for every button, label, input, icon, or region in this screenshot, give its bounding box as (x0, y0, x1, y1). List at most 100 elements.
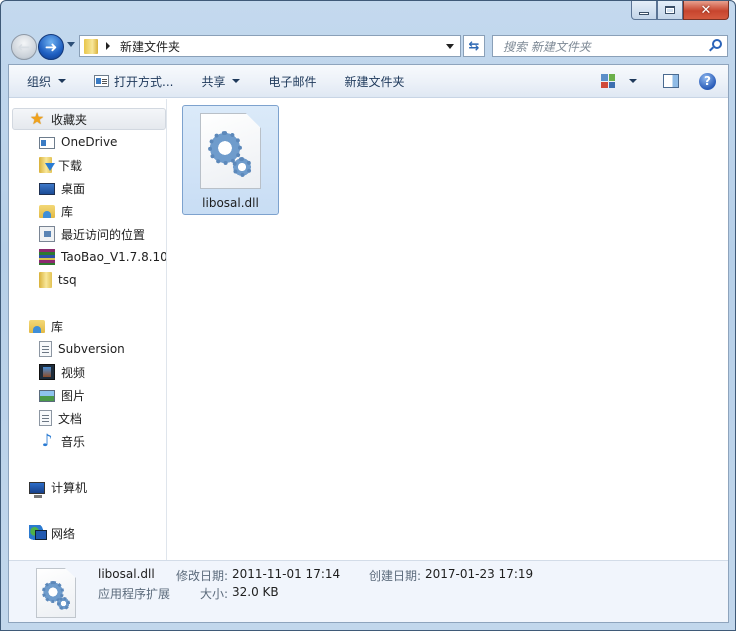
command-bar: 组织 打开方式... 共享 电子邮件 新建文件夹 ? (9, 65, 728, 98)
sidebar-item-taobao[interactable]: TaoBao_V1.7.8.10_ (9, 246, 167, 268)
open-with-icon (94, 75, 110, 87)
address-bar[interactable]: 新建文件夹 (79, 35, 461, 57)
downloads-icon (39, 157, 55, 173)
documents-icon (39, 410, 52, 426)
details-created-value: 2017-01-23 17:19 (425, 567, 534, 581)
recent-places-icon (39, 226, 55, 242)
sidebar-item-label: 图片 (61, 388, 86, 403)
address-history-dropdown[interactable] (446, 44, 454, 49)
sidebar-item-label: 收藏夹 (51, 112, 88, 127)
sidebar-item-downloads[interactable]: 下载 (9, 154, 82, 176)
preview-pane-toggle-icon[interactable] (663, 74, 679, 88)
new-folder-button[interactable]: 新建文件夹 (335, 69, 415, 93)
gear-icon (232, 157, 252, 177)
library-icon (39, 204, 55, 218)
refresh-icon: ⇆ (468, 38, 480, 54)
explorer-window: ✕ ← ➜ 新建文件夹 ⇆ 搜索 新建文件夹 组织 打开方式... 共享 电子邮… (0, 0, 736, 631)
sidebar-item-label: 文档 (58, 411, 83, 426)
toolbar-right-group: ? (601, 69, 716, 93)
sidebar-item-label: Subversion (58, 342, 125, 356)
music-icon: ♪ (41, 431, 53, 451)
navigation-bar: ← ➜ 新建文件夹 ⇆ 搜索 新建文件夹 (9, 33, 728, 60)
breadcrumb-chevron-icon[interactable] (106, 42, 110, 50)
sidebar-item-videos[interactable]: 视频 (9, 361, 85, 383)
sidebar-item-onedrive[interactable]: OneDrive (9, 131, 117, 153)
explorer-frame: 组织 打开方式... 共享 电子邮件 新建文件夹 ? ★ 收藏夹 OneDriv… (8, 64, 729, 623)
sidebar-network[interactable]: 网络 (9, 522, 75, 544)
sidebar-item-label: 下载 (58, 158, 83, 173)
file-list[interactable]: libosal.dll (168, 99, 728, 560)
sidebar-item-label: tsq (58, 273, 77, 287)
sidebar-item-documents[interactable]: 文档 (9, 407, 82, 429)
document-icon (39, 341, 52, 357)
library-icon (29, 319, 45, 333)
video-icon (39, 364, 55, 380)
recent-pages-dropdown[interactable] (67, 42, 75, 47)
email-label: 电子邮件 (268, 74, 317, 89)
gear-icon (57, 597, 70, 610)
sidebar-item-desktop[interactable]: 桌面 (9, 177, 85, 199)
sidebar-item-label: TaoBao_V1.7.8.10_ (61, 250, 167, 264)
sidebar-favorites-header[interactable]: ★ 收藏夹 (12, 108, 166, 130)
organize-button[interactable]: 组织 (17, 69, 76, 93)
file-item-libosal-dll[interactable]: libosal.dll (182, 105, 279, 215)
desktop-icon (39, 183, 55, 195)
minimize-button[interactable] (631, 1, 657, 20)
email-button[interactable]: 电子邮件 (258, 69, 326, 93)
search-placeholder: 搜索 新建文件夹 (503, 39, 591, 54)
refresh-button[interactable]: ⇆ (463, 35, 485, 57)
forward-arrow-icon: ➜ (44, 38, 58, 56)
open-with-button[interactable]: 打开方式... (84, 69, 183, 93)
close-button[interactable]: ✕ (683, 1, 729, 20)
new-folder-label: 新建文件夹 (344, 74, 405, 89)
details-size-value: 32.0 KB (232, 585, 279, 599)
open-with-label: 打开方式... (114, 74, 174, 89)
file-name: libosal.dll (202, 196, 259, 210)
organize-label: 组织 (27, 74, 52, 89)
help-icon[interactable]: ? (699, 72, 716, 90)
sidebar-item-label: 音乐 (61, 434, 86, 449)
computer-icon (29, 481, 45, 498)
maximize-icon (665, 6, 675, 14)
sidebar-item-label: 桌面 (61, 181, 86, 196)
sidebar-item-label: 计算机 (51, 480, 88, 495)
search-input[interactable]: 搜索 新建文件夹 (492, 35, 728, 57)
star-icon: ★ (29, 109, 45, 128)
dll-file-icon (200, 113, 261, 189)
chevron-down-icon (58, 79, 67, 83)
details-pane: libosal.dll 应用程序扩展 修改日期: 2011-11-01 17:1… (9, 560, 728, 622)
sidebar-item-label: OneDrive (61, 135, 118, 149)
sidebar-item-tsq[interactable]: tsq (9, 269, 77, 291)
breadcrumb-current-folder[interactable]: 新建文件夹 (120, 38, 180, 55)
details-file-name: libosal.dll (98, 567, 155, 581)
pictures-icon (39, 390, 55, 402)
caption-buttons: ✕ (631, 1, 729, 21)
sidebar-computer[interactable]: 计算机 (9, 476, 87, 498)
archive-icon (39, 249, 55, 265)
details-size-label: 大小: (200, 587, 229, 601)
sidebar-item-subversion[interactable]: Subversion (9, 338, 125, 360)
sidebar-item-label: 视频 (61, 365, 86, 380)
forward-button[interactable]: ➜ (38, 34, 64, 60)
onedrive-icon (39, 137, 55, 149)
details-modified-label: 修改日期: (176, 569, 229, 583)
details-modified-value: 2011-11-01 17:14 (232, 567, 341, 581)
close-icon: ✕ (700, 2, 712, 18)
network-icon (29, 525, 47, 541)
search-icon[interactable] (712, 39, 722, 49)
sidebar-item-label: 最近访问的位置 (61, 227, 146, 242)
back-button[interactable]: ← (11, 34, 37, 60)
view-options-dropdown[interactable] (629, 79, 637, 83)
sidebar-libraries-header[interactable]: 库 (9, 315, 63, 337)
dll-file-icon (36, 568, 76, 618)
back-arrow-icon: ← (17, 38, 31, 56)
sidebar-item-label: 库 (51, 319, 64, 334)
navigation-pane: ★ 收藏夹 OneDrive 下载 桌面 库 最近访问的位置 TaoBao_V1… (9, 99, 167, 560)
sidebar-item-recent-places[interactable]: 最近访问的位置 (9, 223, 145, 245)
sidebar-item-music[interactable]: ♪ 音乐 (9, 430, 85, 452)
change-view-icon[interactable] (601, 74, 615, 88)
maximize-button[interactable] (657, 1, 683, 20)
sidebar-item-library[interactable]: 库 (9, 200, 73, 222)
share-button[interactable]: 共享 (191, 69, 250, 93)
sidebar-item-pictures[interactable]: 图片 (9, 384, 85, 406)
